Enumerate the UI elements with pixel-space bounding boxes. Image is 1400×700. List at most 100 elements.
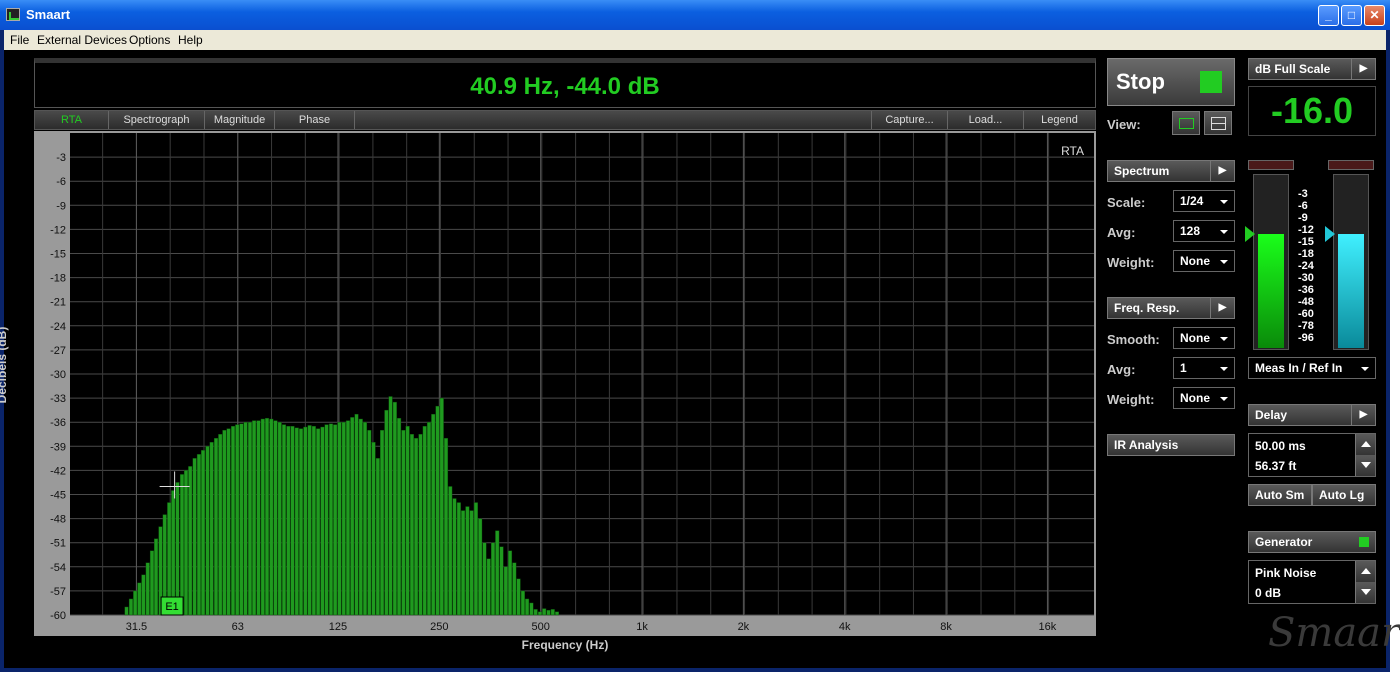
meter-meas-in [1245,160,1294,350]
y-tick-label: -12 [50,224,66,236]
delay-up-button[interactable] [1355,434,1375,455]
rta-bar [256,420,261,616]
menu-help[interactable]: Help [178,33,203,47]
tab-rta[interactable]: RTA [35,111,109,129]
y-tick-label: -57 [50,586,66,598]
stop-button[interactable]: Stop [1107,58,1235,106]
x-tick-label: 63 [232,621,244,633]
rta-bar [508,550,513,616]
rta-bar [448,486,453,616]
rta-bar [145,562,150,616]
auto-lg-button[interactable]: Auto Lg [1312,484,1376,506]
rta-bar [247,422,252,616]
meter-source-select[interactable]: Meas In / Ref In [1248,357,1376,379]
spectrum-label: Spectrum [1114,164,1170,178]
y-tick-label: -36 [50,417,66,429]
meter-tick-label: -15 [1298,236,1314,248]
tab-magnitude[interactable]: Magnitude [205,111,275,129]
rta-bar [196,454,201,616]
tab-phase[interactable]: Phase [275,111,355,129]
main-area: 40.9 Hz, -44.0 dB RTA Spectrograph Magni… [0,50,1400,668]
y-tick-label: -45 [50,490,66,502]
rta-bar [469,510,474,616]
rta-bar [214,438,219,616]
meter-tick-label: -9 [1298,212,1308,224]
y-tick-label: -48 [50,514,66,526]
x-axis-label: Frequency (Hz) [521,638,609,652]
spectrum-avg-select[interactable]: 128 [1173,220,1235,242]
scale-label: Scale: [1107,195,1146,210]
single-view-button[interactable] [1172,111,1200,135]
rta-bar [461,510,466,616]
generator-label: Generator [1255,535,1313,549]
close-button[interactable]: ✕ [1364,5,1385,26]
rta-bar [362,422,368,616]
spectrum-button[interactable]: Spectrum ▶ [1107,160,1235,182]
rta-chart-svg: -3 -6 -9 -12 -15 -18 -21 -24 -27 -30 -33 -36 -39 -42 -… [50,133,1094,633]
rta-bar [516,578,521,616]
smaart-logo: Smaart [1268,610,1400,656]
freq-avg-select[interactable]: 1 [1173,357,1235,379]
tab-spectrograph[interactable]: Spectrograph [109,111,205,129]
rta-bar [230,426,236,616]
delay-spinner[interactable]: 50.00 ms 56.37 ft [1248,433,1376,477]
title-bar[interactable]: Smaart _ □ ✕ [0,0,1390,30]
rta-bar [299,428,304,616]
rta-bar [264,417,270,616]
rta-bar [243,422,248,616]
capture-button[interactable]: Capture... [871,111,947,129]
freq-resp-button[interactable]: Freq. Resp. ▶ [1107,297,1235,319]
freq-avg-label: Avg: [1107,362,1136,377]
y-tick-label: -60 [50,610,66,622]
menu-external-devices[interactable]: External Devices [37,33,127,47]
rta-bar [303,426,308,616]
menu-options[interactable]: Options [129,33,170,47]
rta-bar [341,422,346,616]
rta-bar [512,562,517,616]
rta-bar [226,428,231,616]
rta-bar [439,397,444,616]
load-button[interactable]: Load... [947,111,1023,129]
rta-bar [525,598,530,616]
generator-button[interactable]: Generator [1248,531,1376,553]
generator-up-button[interactable] [1355,561,1375,582]
meter-fill [1258,234,1284,348]
db-full-scale-button[interactable]: dB Full Scale ▶ [1248,58,1376,80]
rta-bar [384,409,389,616]
ir-analysis-button[interactable]: IR Analysis [1107,434,1235,456]
maximize-button[interactable]: □ [1341,5,1362,26]
level-readout: -16.0 [1248,86,1376,136]
rta-bar [307,425,312,616]
rta-bar [324,424,329,616]
minimize-button[interactable]: _ [1318,5,1339,26]
rta-bar [273,420,278,616]
meter-tick-label: -24 [1298,260,1314,272]
auto-sm-button[interactable]: Auto Sm [1248,484,1312,506]
generator-spinner[interactable]: Pink Noise 0 dB [1248,560,1376,604]
delay-ft-value: 56.37 ft [1255,459,1297,473]
rta-bar [154,538,159,616]
spectrum-weight-select[interactable]: None [1173,250,1235,272]
rta-bar [435,405,440,616]
generator-down-button[interactable] [1355,582,1375,603]
single-pane-icon [1179,118,1194,129]
rta-bar [546,609,551,616]
x-tick-label: 2k [738,621,750,633]
smooth-select[interactable]: None [1173,327,1235,349]
split-view-button[interactable] [1204,111,1232,135]
freq-weight-select[interactable]: None [1173,387,1235,409]
rta-bar [495,530,500,616]
delay-down-button[interactable] [1355,455,1375,476]
rta-bar [192,458,197,616]
legend-button[interactable]: Legend [1023,111,1095,129]
meter-ref-in [1325,160,1374,350]
x-tick-label: 31.5 [126,621,147,633]
rta-bar [375,458,380,616]
rta-bar [252,420,257,616]
delay-button[interactable]: Delay ▶ [1248,404,1376,426]
rta-plot[interactable]: -3 -6 -9 -12 -15 -18 -21 -24 -27 -30 -33 -36 -39 -42 -… [34,131,1096,636]
menu-file[interactable]: File [10,33,29,47]
scale-select[interactable]: 1/24 [1173,190,1235,212]
rta-bar [320,426,325,616]
rta-bar [422,426,427,616]
